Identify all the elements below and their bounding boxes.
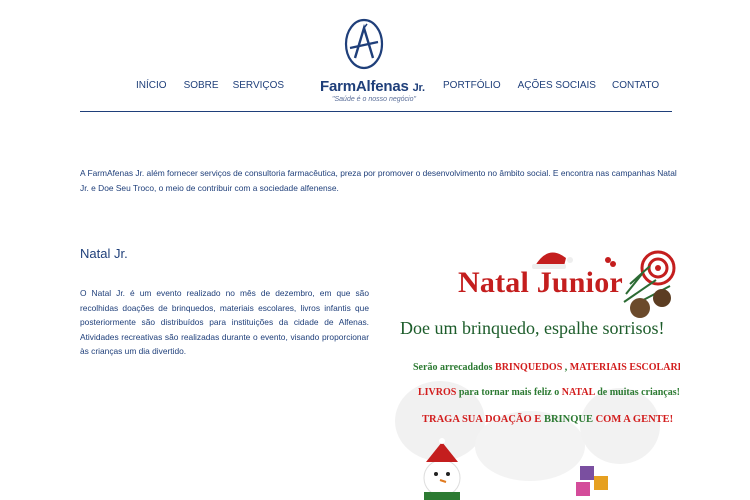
nav-item-portfolio[interactable]: PORTFÓLIO — [443, 80, 501, 91]
natal-junior-poster: Natal Junior Doe um brinquedo, espalhe s… — [380, 236, 680, 500]
site-header: INÍCIO SOBRE SERVIÇOS FarmAlfenas Jr. "S… — [0, 0, 750, 112]
nav-item-servicos[interactable]: SERVIÇOS — [233, 80, 285, 91]
farmalfenas-logo-icon — [344, 18, 384, 70]
site-logo[interactable]: FarmAlfenas Jr. "Saúde é o nosso negócio… — [320, 14, 430, 104]
section-title: Natal Jr. — [80, 246, 128, 261]
brand-slogan: "Saúde é o nosso negócio" — [332, 96, 416, 103]
poster-line-3: TRAGA SUA DOAÇÃO E BRINQUE COM A GENTE! — [422, 414, 674, 425]
header-divider — [80, 111, 672, 112]
poster-subtitle: Doe um brinquedo, espalhe sorrisos! — [400, 318, 665, 338]
poster-line-1: Serão arrecadados BRINQUEDOS , MATERIAIS… — [413, 362, 680, 373]
main-nav-left: INÍCIO SOBRE SERVIÇOS — [136, 80, 284, 91]
section-paragraph: O Natal Jr. é um evento realizado no mês… — [80, 288, 369, 357]
brand-name: FarmAlfenas Jr. — [320, 78, 425, 95]
nav-item-contato[interactable]: CONTATO — [612, 80, 659, 91]
intro-paragraph: A FarmAfenas Jr. além fornecer serviços … — [80, 168, 677, 193]
nav-item-sobre[interactable]: SOBRE — [184, 80, 219, 91]
main-nav-right: PORTFÓLIO AÇÕES SOCIAIS CONTATO — [443, 80, 659, 91]
poster-title: Natal Junior — [458, 266, 623, 299]
nav-item-acoes-sociais[interactable]: AÇÕES SOCIAIS — [518, 80, 596, 91]
nav-item-inicio[interactable]: INÍCIO — [136, 80, 167, 91]
poster-line-2: LIVROS para tornar mais feliz o NATAL de… — [418, 387, 680, 398]
